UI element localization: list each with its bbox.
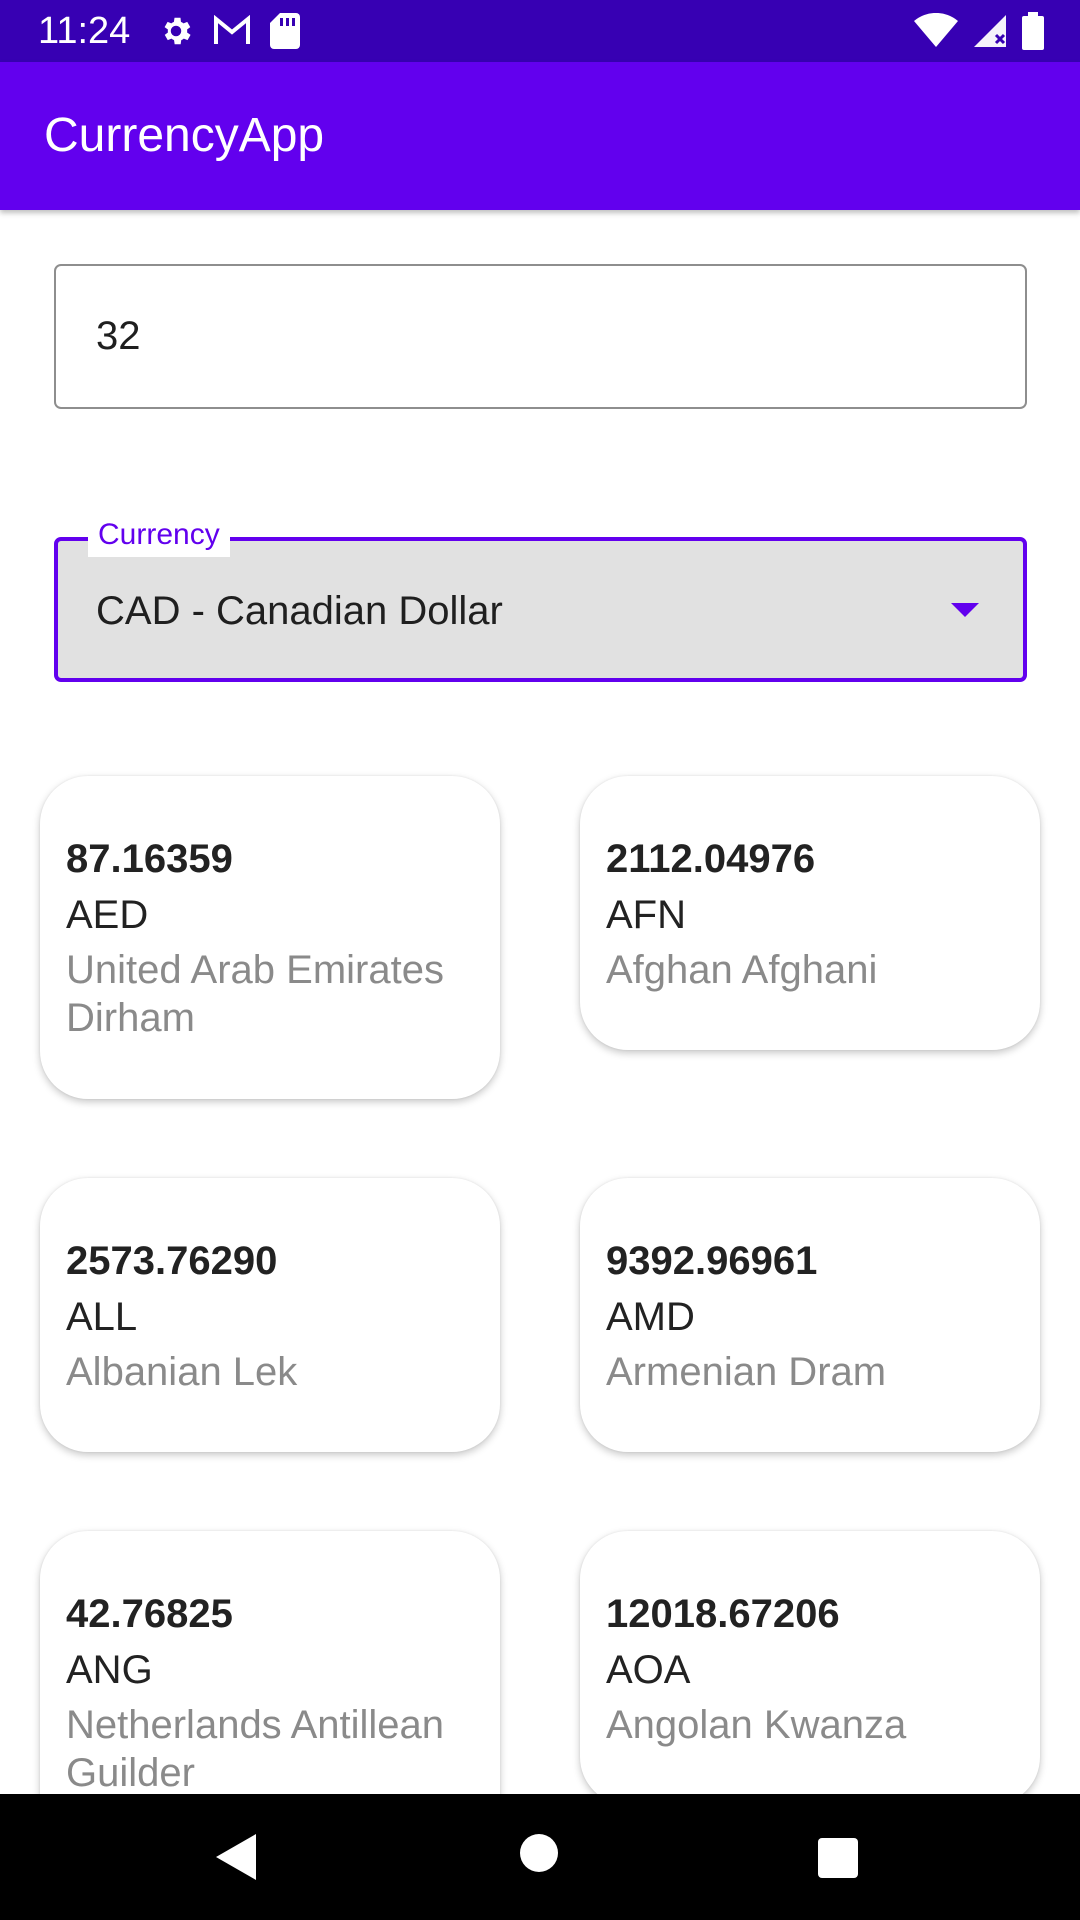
dropdown-arrow-icon[interactable] [951,603,979,624]
currency-card[interactable]: 9392.96961 AMD Armenian Dram [580,1178,1040,1452]
card-code: AFN [606,893,686,937]
gmail-icon [212,15,252,47]
card-name: Armenian Dram [606,1350,887,1394]
currency-dropdown[interactable]: Currency CAD - Canadian Dollar [54,513,1027,682]
home-icon[interactable] [520,1834,558,1877]
wifi-icon [914,13,958,49]
currency-dropdown-value: CAD - Canadian Dollar [96,589,503,633]
card-name: Albanian Lek [66,1350,298,1394]
card-name: Afghan Afghani [606,948,878,992]
currency-card[interactable]: 12018.67206 AOA Angolan Kwanza [580,1531,1040,1805]
card-amount: 2112.04976 [606,837,816,881]
card-code: AOA [606,1648,691,1692]
sd-card-icon [270,13,300,49]
currency-card[interactable]: 87.16359 AED United Arab Emirates Dirham [40,776,500,1099]
back-icon[interactable] [216,1834,258,1885]
card-amount: 12018.67206 [606,1592,840,1636]
currency-card[interactable]: 2573.76290 ALL Albanian Lek [40,1178,500,1452]
card-name: Angolan Kwanza [606,1703,907,1747]
signal-icon [972,13,1008,49]
card-name: United Arab Emirates Dirham [66,948,444,1040]
card-code: ANG [66,1648,153,1692]
card-code: AED [66,893,149,937]
status-time: 11:24 [38,10,131,52]
card-amount: 9392.96961 [606,1239,818,1283]
status-left-icons [158,13,300,49]
navigation-bar [0,1794,1080,1920]
amount-input-value: 32 [96,314,141,358]
screen: 11:24 CurrencyApp 32 Currency CAD - Cana… [0,0,1080,1920]
card-amount: 42.76825 [66,1592,233,1636]
currency-dropdown-label: Currency [88,513,230,557]
currency-card[interactable]: 2112.04976 AFN Afghan Afghani [580,776,1040,1050]
amount-input[interactable]: 32 [54,264,1027,409]
status-bar: 11:24 [0,0,1080,62]
app-title: CurrencyApp [44,109,325,162]
card-code: ALL [66,1295,138,1339]
card-amount: 2573.76290 [66,1239,278,1283]
recents-icon[interactable] [818,1838,858,1883]
gear-icon [158,13,194,49]
card-amount: 87.16359 [66,837,233,881]
battery-icon [1022,12,1044,50]
status-right-icons [914,12,1044,50]
card-name: Netherlands Antillean Guilder [66,1703,445,1795]
card-code: AMD [606,1295,695,1339]
app-bar: CurrencyApp [0,62,1080,210]
